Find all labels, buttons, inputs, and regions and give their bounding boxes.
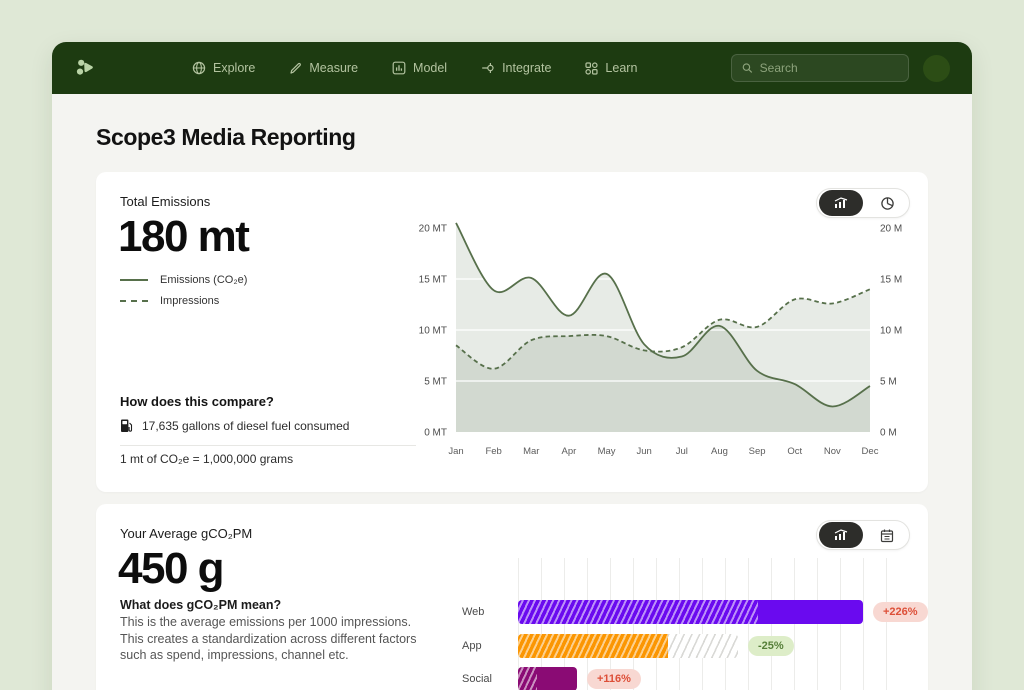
- pie-chart-toggle-option[interactable]: [865, 189, 909, 217]
- line-chart-toggle-option[interactable]: [819, 190, 863, 216]
- compare-row: 17,635 gallons of diesel fuel consumed: [120, 418, 416, 446]
- nav-item-label: Explore: [213, 61, 255, 75]
- bar-segment-solid: [537, 667, 577, 690]
- total-emissions-value: 180 mt: [118, 212, 248, 262]
- emissions-line-chart: 0 MT 5 MT 10 MT 15 MT 20 MT 0 M 5 M 10 M 15 M 20 …: [418, 220, 916, 473]
- search-icon: [742, 62, 753, 74]
- conversion-footnote: 1 mt of CO₂e = 1,000,000 grams: [120, 452, 293, 466]
- nav-item-label: Measure: [309, 61, 358, 75]
- legend-swatch-solid: [120, 279, 148, 281]
- bar-label-social: Social: [462, 673, 492, 685]
- pie-chart-icon: [880, 196, 895, 211]
- bar-segment-solid: [758, 600, 863, 624]
- fuel-pump-icon: [120, 418, 133, 433]
- nav-item-learn[interactable]: Learn: [585, 61, 637, 75]
- line-chart-icon: [833, 197, 850, 209]
- chart-view-toggle[interactable]: [816, 520, 910, 550]
- change-badge: -25%: [748, 636, 794, 656]
- right-axis-label: 0 M: [880, 428, 897, 439]
- right-axis-label: 20 M: [880, 224, 902, 235]
- app-window: Explore Measure Model Integrate Learn Scope3…: [52, 42, 972, 690]
- bar-segment-ghost: [668, 634, 738, 658]
- model-chart-icon: [392, 61, 406, 75]
- gco2pm-card: Your Average gCO₂PM 450 g Wh: [96, 504, 928, 690]
- bar-segment-hatched: [518, 634, 668, 658]
- month-label: Mar: [523, 446, 539, 457]
- globe-icon: [192, 61, 206, 75]
- legend-label: Impressions: [160, 295, 219, 307]
- month-label: May: [598, 446, 616, 457]
- left-axis-label: 0 MT: [424, 428, 447, 439]
- nav-item-explore[interactable]: Explore: [192, 61, 255, 75]
- chart-view-toggle[interactable]: [816, 188, 910, 218]
- integrate-node-icon: [481, 61, 495, 75]
- month-label: Nov: [824, 446, 841, 457]
- pencil-icon: [289, 62, 302, 75]
- month-label: Oct: [787, 446, 802, 457]
- legend-swatch-dashed: [120, 300, 148, 302]
- bar-row-app: -25%: [518, 634, 794, 658]
- month-label: Feb: [485, 446, 501, 457]
- search-box[interactable]: [731, 54, 909, 82]
- legend-item: Emissions (CO₂e): [120, 274, 247, 286]
- bar-label-web: Web: [462, 606, 484, 618]
- right-axis-label: 10 M: [880, 326, 902, 337]
- legend-label: Emissions (CO₂e): [160, 274, 247, 286]
- bar-row-web: +226%: [518, 600, 928, 624]
- card-title: Total Emissions: [120, 194, 210, 209]
- nav-items: Explore Measure Model Integrate Learn: [192, 61, 637, 75]
- learn-grid-icon: [585, 62, 598, 75]
- month-label: Jul: [676, 446, 688, 457]
- total-emissions-card: Total Emissions 180 mt Emissions (CO₂e) I…: [96, 172, 928, 492]
- right-axis-label: 15 M: [880, 275, 902, 286]
- line-chart-icon: [833, 529, 850, 541]
- calendar-icon: [880, 528, 894, 543]
- legend-item: Impressions: [120, 295, 247, 307]
- gco2pm-value: 450 g: [118, 544, 223, 594]
- search-input[interactable]: [760, 61, 898, 75]
- left-axis-label: 10 MT: [419, 326, 447, 337]
- line-chart-svg: 0 MT 5 MT 10 MT 15 MT 20 MT 0 M 5 M 10 M 15 M 20 …: [418, 220, 916, 468]
- page-title: Scope3 Media Reporting: [96, 124, 928, 151]
- chart-legend: Emissions (CO₂e) Impressions: [120, 274, 247, 307]
- gco2pm-description: This is the average emissions per 1000 i…: [120, 614, 422, 664]
- month-label: Dec: [862, 446, 879, 457]
- nav-item-integrate[interactable]: Integrate: [481, 61, 551, 75]
- left-axis-label: 5 MT: [424, 377, 447, 388]
- scope3-logo-icon[interactable]: [74, 57, 96, 79]
- bar-segment-hatched: [518, 667, 537, 690]
- nav-item-label: Integrate: [502, 61, 551, 75]
- user-avatar[interactable]: [923, 55, 950, 82]
- left-axis-label: 20 MT: [419, 224, 447, 235]
- nav-item-measure[interactable]: Measure: [289, 61, 358, 75]
- bar-row-social: +116%: [518, 667, 641, 690]
- month-label: Sep: [749, 446, 766, 457]
- nav-item-label: Learn: [605, 61, 637, 75]
- top-navbar: Explore Measure Model Integrate Learn: [52, 42, 972, 94]
- compare-heading: How does this compare?: [120, 394, 274, 409]
- month-label: Jun: [637, 446, 652, 457]
- left-axis-label: 15 MT: [419, 275, 447, 286]
- compare-text: 17,635 gallons of diesel fuel consumed: [142, 419, 349, 433]
- right-axis-label: 5 M: [880, 377, 897, 388]
- nav-item-label: Model: [413, 61, 447, 75]
- bar-chart-toggle-option[interactable]: [819, 522, 863, 548]
- bar-label-app: App: [462, 640, 482, 652]
- calendar-toggle-option[interactable]: [865, 521, 909, 549]
- month-label: Jan: [448, 446, 463, 457]
- card-title: Your Average gCO₂PM: [120, 526, 252, 541]
- bar-segment-hatched: [518, 600, 758, 624]
- month-label: Apr: [562, 446, 577, 457]
- nav-item-model[interactable]: Model: [392, 61, 447, 75]
- gco2pm-question: What does gCO₂PM mean?: [120, 598, 281, 612]
- change-badge: +226%: [873, 602, 928, 622]
- month-label: Aug: [711, 446, 728, 457]
- change-badge: +116%: [587, 669, 641, 689]
